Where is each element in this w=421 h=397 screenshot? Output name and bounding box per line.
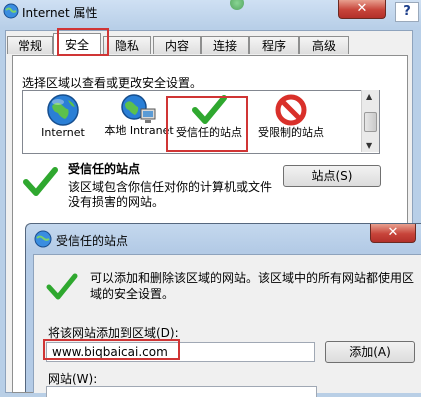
zone-list-scrollbar[interactable]: ▲ ▼	[361, 90, 379, 152]
trusted-sites-dialog: 受信任的站点 ✕ 可以添加和删除该区域的网站。该区域中的所有网站都使用区域的安全…	[25, 223, 421, 397]
close-button[interactable]: ✕	[338, 0, 386, 19]
websites-list[interactable]	[46, 386, 317, 397]
tab-content[interactable]: 内容	[153, 36, 201, 54]
scroll-down-icon[interactable]: ▼	[366, 141, 372, 150]
info-check-icon	[46, 273, 78, 300]
selected-zone-title: 受信任的站点	[68, 162, 141, 176]
zone-internet[interactable]: Internet	[23, 93, 103, 139]
globe-icon	[47, 94, 79, 126]
tab-programs[interactable]: 程序	[249, 36, 299, 54]
dialog-close-button[interactable]: ✕	[370, 224, 416, 243]
zone-label: 受限制的站点	[258, 126, 324, 139]
dialog-info-text: 可以添加和删除该区域的网站。该区域中的所有网站都使用区域的安全设置。	[90, 271, 415, 301]
decor-orb	[230, 0, 244, 10]
trusted-zone-highlight	[166, 96, 248, 152]
selected-zone-description: 该区域包含你信任对你的计算机或文件没有损害的网站。	[68, 180, 273, 209]
tab-connections[interactable]: 连接	[201, 36, 249, 54]
scroll-up-icon[interactable]: ▲	[366, 92, 372, 101]
sites-button[interactable]: 站点(S)	[283, 165, 381, 187]
url-highlight	[43, 339, 180, 360]
restricted-icon	[275, 94, 307, 126]
internet-options-icon	[3, 3, 19, 19]
tab-privacy[interactable]: 隐私	[103, 36, 151, 54]
tab-general[interactable]: 常规	[7, 36, 53, 54]
zone-restricted-sites[interactable]: 受限制的站点	[251, 93, 331, 139]
selected-zone-check-icon	[23, 167, 58, 196]
tab-advanced[interactable]: 高级	[299, 36, 349, 54]
window-title: Internet 属性	[22, 6, 98, 20]
trusted-sites-window-icon	[34, 230, 52, 248]
zone-label: 本地 Intranet	[104, 124, 174, 137]
intranet-globe-icon	[121, 94, 156, 123]
zone-label: Internet	[41, 126, 85, 139]
add-button[interactable]: 添加(A)	[325, 341, 415, 363]
dialog-title: 受信任的站点	[56, 234, 129, 248]
websites-label: 网站(W):	[48, 372, 98, 386]
zone-instruction: 选择区域以查看或更改安全设置。	[22, 76, 203, 90]
security-tab-highlight	[57, 28, 109, 56]
help-button[interactable]: ?	[395, 2, 419, 22]
scrollbar-thumb[interactable]	[364, 112, 377, 132]
